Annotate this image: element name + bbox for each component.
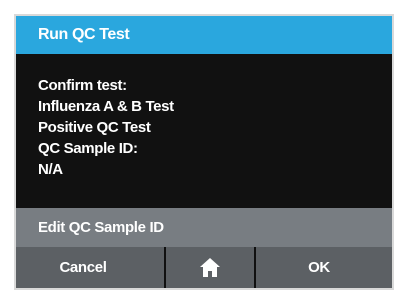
cancel-button-label: Cancel (59, 259, 107, 276)
button-bar: Cancel OK (16, 247, 392, 288)
edit-qc-sample-id-button[interactable]: Edit QC Sample ID (16, 208, 392, 247)
message-line-qc-test-type: Positive QC Test (38, 119, 151, 136)
message-line-sample-id-value: N/A (38, 161, 63, 178)
ok-button[interactable]: OK (256, 247, 392, 288)
edit-qc-sample-id-label: Edit QC Sample ID (38, 219, 164, 236)
message-line-confirm-test: Confirm test: (38, 77, 127, 94)
message-line-test-name: Influenza A & B Test (38, 98, 174, 115)
dialog-title: Run QC Test (38, 26, 130, 43)
home-button[interactable] (166, 247, 254, 288)
confirmation-message: Confirm test: Influenza A & B Test Posit… (16, 54, 392, 208)
dialog-title-bar: Run QC Test (16, 16, 392, 54)
message-line-sample-id-label: QC Sample ID: (38, 140, 138, 157)
run-qc-test-dialog: Run QC Test Confirm test: Influenza A & … (14, 14, 394, 290)
home-icon (200, 258, 220, 277)
ok-button-label: OK (308, 259, 330, 276)
cancel-button[interactable]: Cancel (16, 247, 164, 288)
